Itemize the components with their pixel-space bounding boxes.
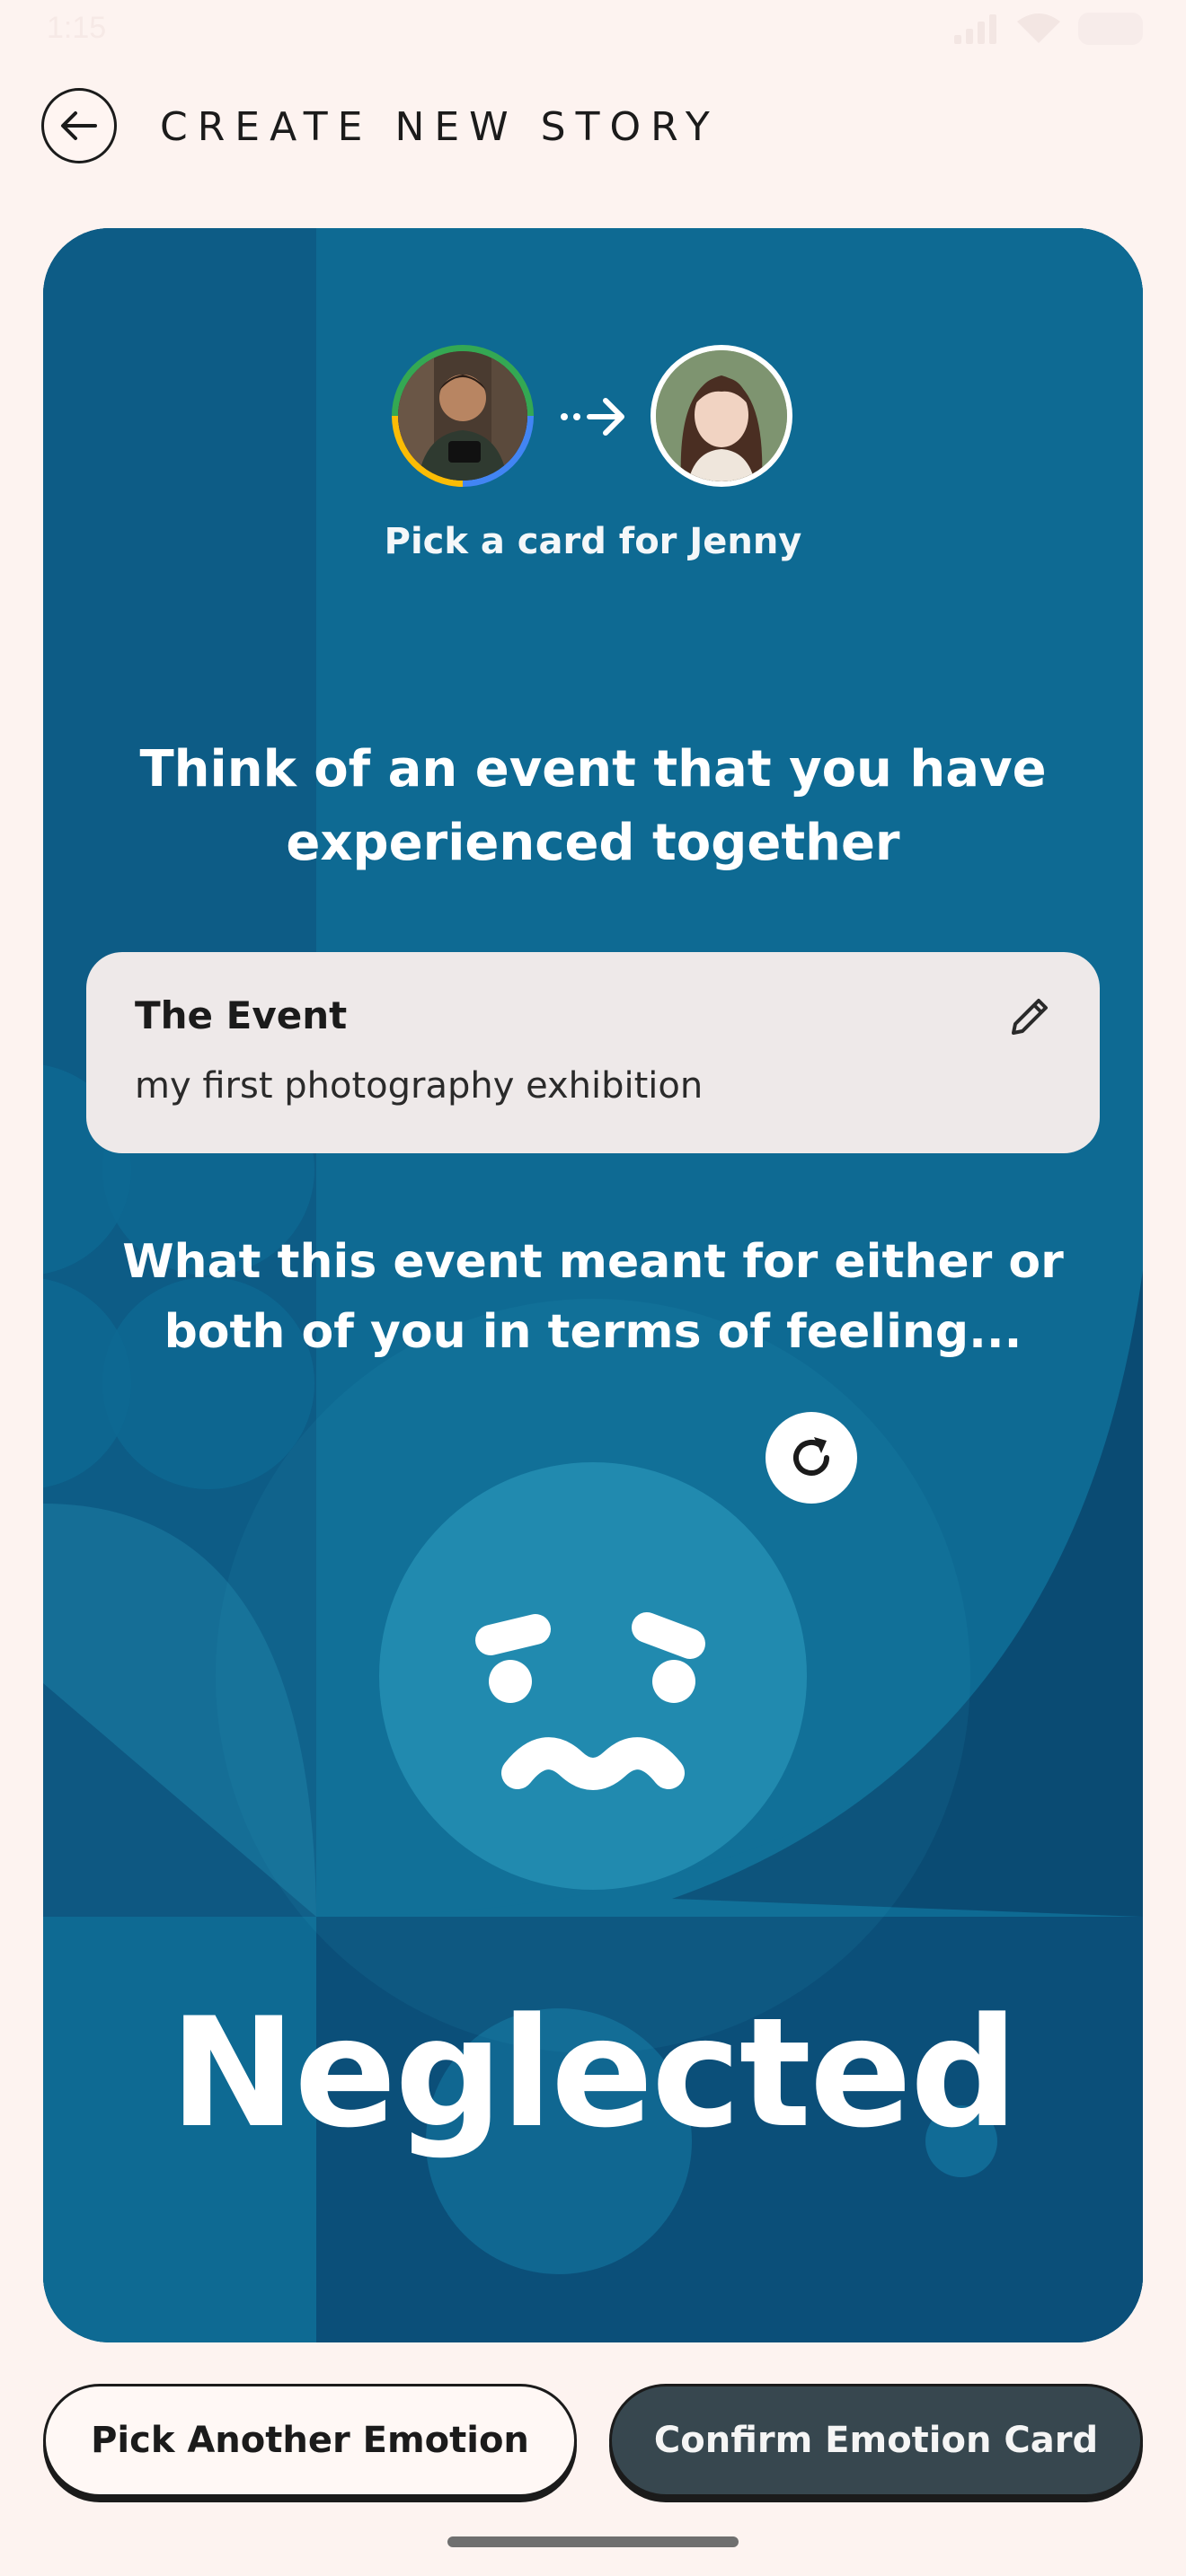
pick-another-emotion-button[interactable]: Pick Another Emotion bbox=[43, 2384, 577, 2497]
status-bar: 1:15 bbox=[0, 0, 1186, 63]
back-arrow-icon bbox=[61, 111, 97, 140]
pick-card-label: Pick a card for Jenny bbox=[384, 521, 802, 562]
emotion-card: Pick a card for Jenny Think of an event … bbox=[43, 228, 1143, 2342]
event-field[interactable]: The Event my first photography exhibitio… bbox=[86, 952, 1100, 1153]
status-icons bbox=[952, 13, 1143, 45]
header: CREATE NEW STORY bbox=[0, 81, 1186, 180]
battery-icon bbox=[1078, 13, 1143, 45]
back-button[interactable] bbox=[41, 88, 117, 163]
avatar-pair bbox=[43, 345, 1143, 489]
sender-photo bbox=[398, 351, 527, 481]
sender-avatar[interactable] bbox=[392, 345, 534, 487]
dashed-arrow-icon bbox=[561, 398, 624, 436]
worried-face-icon bbox=[379, 1462, 807, 1890]
event-value: my first photography exhibition bbox=[135, 1065, 704, 1107]
edit-pencil-icon[interactable] bbox=[1006, 993, 1053, 1040]
status-time: 1:15 bbox=[47, 11, 107, 45]
wifi-icon bbox=[1017, 13, 1060, 43]
event-title: The Event bbox=[135, 993, 348, 1037]
feeling-prompt: What this event meant for either or both… bbox=[122, 1235, 1064, 1359]
recipient-avatar[interactable] bbox=[651, 345, 792, 487]
home-indicator[interactable] bbox=[447, 2536, 739, 2547]
event-prompt: Think of an event that you have experien… bbox=[139, 740, 1047, 872]
page-title: CREATE NEW STORY bbox=[160, 104, 720, 150]
confirm-emotion-card-button[interactable]: Confirm Emotion Card bbox=[609, 2384, 1143, 2497]
recipient-photo bbox=[656, 350, 787, 481]
emotion-name: Neglected bbox=[169, 1985, 1018, 2161]
signal-icon bbox=[954, 14, 996, 44]
